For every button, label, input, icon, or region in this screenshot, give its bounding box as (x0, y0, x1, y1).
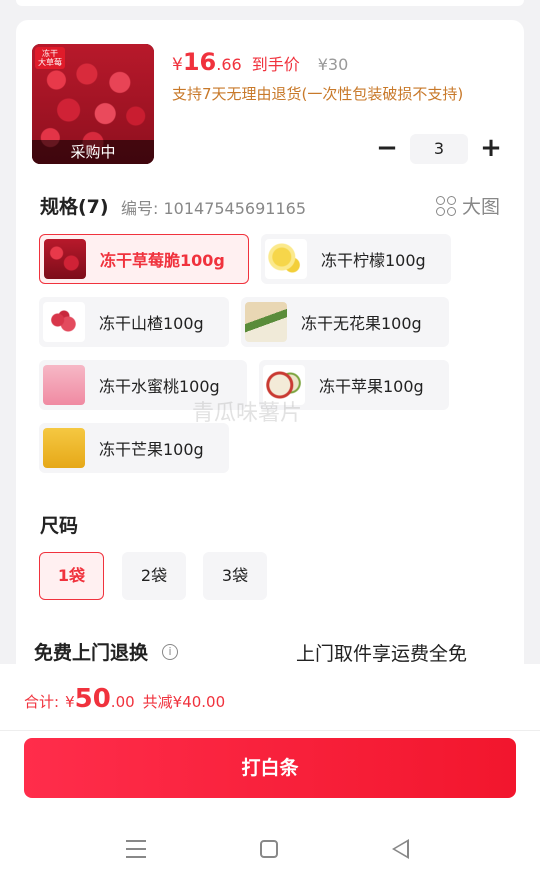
price-decimal: .66 (216, 55, 242, 74)
product-tag: 冻干 大草莓 (35, 47, 65, 69)
big-image-label: 大图 (461, 196, 500, 218)
free-return-label: 免费上门退换 (34, 642, 149, 664)
price-integer: 16 (182, 48, 217, 76)
purchase-panel: 冻干 大草莓 采购中 ¥ 16 .66 到手价 ¥30 支持7天无理由退货(一次… (16, 20, 524, 720)
spec-option-label: 冻干山楂100g (99, 314, 204, 333)
checkout-bar: 合计: ¥ 50 .00 共减¥40.00 打白条 (0, 664, 540, 882)
total-currency: ¥ (65, 693, 75, 711)
mango-thumb-icon (43, 428, 85, 468)
previous-card-edge (16, 0, 524, 6)
return-policy-note: 支持7天无理由退货(一次性包装破损不支持) (172, 85, 464, 103)
strawberry-thumb-icon (44, 239, 86, 279)
product-image-caption: 采购中 (32, 140, 154, 164)
spec-option-fig[interactable]: 冻干无花果100g (241, 297, 449, 347)
total-decimal: .00 (110, 693, 135, 711)
size-option-2[interactable]: 2袋 (122, 552, 186, 600)
grid-icon (435, 195, 456, 216)
price-currency: ¥ (172, 55, 183, 75)
back-icon[interactable] (392, 839, 409, 859)
lemon-thumb-icon (265, 239, 307, 279)
original-price: ¥30 (317, 55, 349, 74)
watermark: 青瓜味薯片 (192, 401, 303, 426)
size-title: 尺码 (40, 515, 79, 537)
fig-thumb-icon (245, 302, 287, 342)
info-icon[interactable]: i (162, 643, 179, 660)
spec-title: 规格(7) (40, 196, 109, 218)
total-label: 合计: (24, 693, 60, 711)
spec-option-label: 冻干芒果100g (99, 440, 204, 459)
big-image-button[interactable]: 大图 (435, 192, 500, 219)
price-label: 到手价 (251, 55, 300, 74)
spec-option-mango[interactable]: 冻干芒果100g (39, 423, 229, 473)
spec-option-lemon[interactable]: 冻干柠檬100g (261, 234, 451, 284)
size-option-3[interactable]: 3袋 (203, 552, 267, 600)
spec-option-hawthorn[interactable]: 冻干山楂100g (39, 297, 229, 347)
decrease-quantity-button[interactable]: − (374, 135, 400, 162)
peach-thumb-icon (43, 365, 85, 405)
total-integer: 50 (74, 684, 111, 714)
home-icon[interactable] (260, 840, 278, 858)
divider (0, 730, 540, 731)
spec-option-strawberry[interactable]: 冻干草莓脆100g (39, 234, 249, 284)
spec-option-label: 冻干水蜜桃100g (99, 377, 220, 396)
spec-code: 编号: 10147545691165 (121, 199, 306, 218)
quantity-stepper: − 3 + (374, 134, 504, 164)
menu-icon[interactable] (126, 840, 146, 858)
increase-quantity-button[interactable]: + (478, 135, 504, 162)
size-option-1[interactable]: 1袋 (39, 552, 104, 600)
price-row: ¥ 16 .66 到手价 ¥30 (172, 48, 348, 76)
hawthorn-thumb-icon (43, 302, 85, 342)
quantity-input[interactable]: 3 (410, 134, 468, 164)
spec-option-label: 冻干柠檬100g (321, 251, 426, 270)
spec-option-label: 冻干草莓脆100g (100, 251, 225, 270)
free-return-title: 免费上门退换 i (34, 638, 179, 665)
saved-amount: 共减¥40.00 (142, 693, 226, 711)
free-return-desc: 上门取件享运费全免 (296, 643, 468, 665)
pay-with-baitiao-button[interactable]: 打白条 (24, 738, 516, 798)
spec-option-label: 冻干苹果100g (319, 377, 424, 396)
total-row: 合计: ¥ 50 .00 共减¥40.00 (24, 684, 225, 714)
product-image[interactable]: 冻干 大草莓 采购中 (32, 44, 154, 164)
spec-option-label: 冻干无花果100g (301, 314, 422, 333)
system-nav-bar (0, 824, 540, 874)
